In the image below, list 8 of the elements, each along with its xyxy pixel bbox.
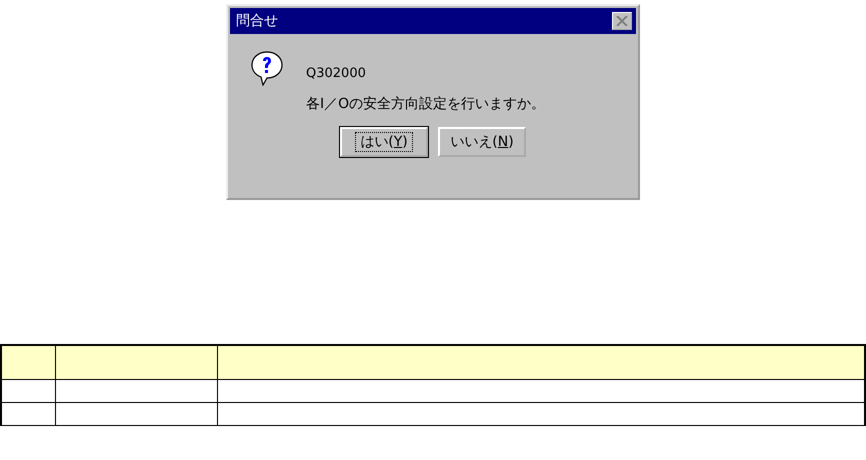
close-button[interactable] bbox=[612, 12, 632, 30]
yes-button[interactable]: はい(Y) bbox=[340, 127, 428, 157]
question-icon bbox=[250, 50, 284, 86]
close-icon bbox=[616, 16, 628, 26]
message-code: Q302000 bbox=[306, 66, 367, 81]
message-text: 各I／Oの安全方向設定を行いますか。 bbox=[306, 95, 546, 113]
window-title: 問合せ bbox=[236, 12, 278, 30]
no-button[interactable]: いいえ(N) bbox=[438, 127, 526, 157]
